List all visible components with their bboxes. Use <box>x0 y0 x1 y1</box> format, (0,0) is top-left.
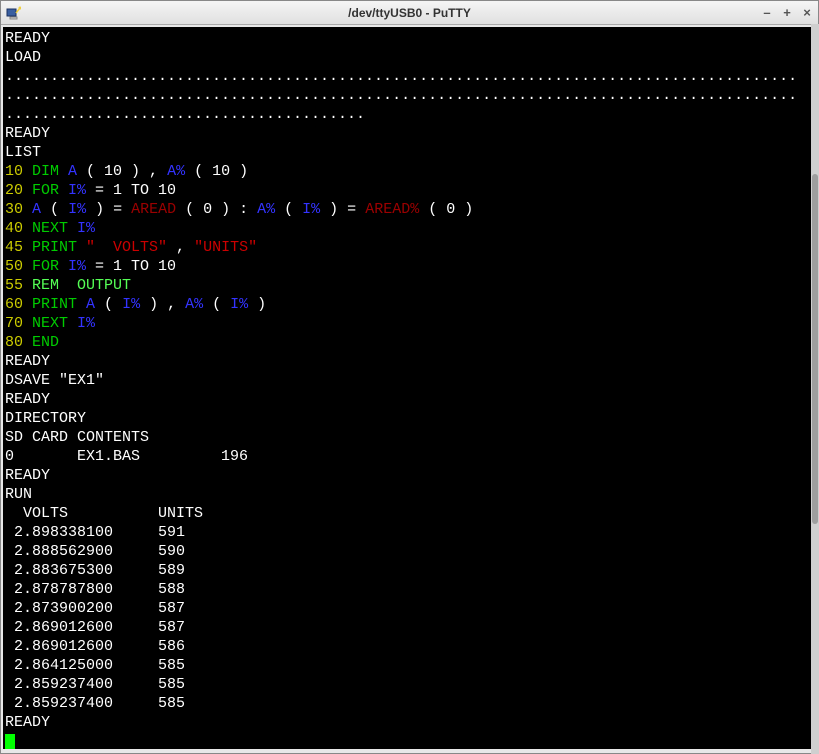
terminal-line: 20 FOR I% = 1 TO 10 <box>5 181 810 200</box>
terminal-line: 2.859237400 585 <box>5 675 810 694</box>
terminal-line: 40 NEXT I% <box>5 219 810 238</box>
terminal-line: 45 PRINT " VOLTS" , "UNITS" <box>5 238 810 257</box>
titlebar[interactable]: /dev/ttyUSB0 - PuTTY – + × <box>1 1 818 25</box>
terminal-line: SD CARD CONTENTS <box>5 428 810 447</box>
terminal-line: 80 END <box>5 333 810 352</box>
window-title: /dev/ttyUSB0 - PuTTY <box>348 6 471 20</box>
cursor <box>5 734 15 749</box>
terminal-line: 2.898338100 591 <box>5 523 810 542</box>
terminal-line: LIST <box>5 143 810 162</box>
putty-window: /dev/ttyUSB0 - PuTTY – + × READY LOAD ..… <box>0 0 819 754</box>
close-button[interactable]: × <box>800 6 814 20</box>
minimize-button[interactable]: – <box>760 6 774 20</box>
terminal-line: VOLTS UNITS <box>5 504 810 523</box>
terminal-line: ........................................… <box>5 67 810 86</box>
scrollbar-thumb[interactable] <box>812 174 818 524</box>
scrollbar[interactable] <box>811 24 819 754</box>
terminal-line: 2.883675300 589 <box>5 561 810 580</box>
terminal-line: ........................................ <box>5 105 810 124</box>
terminal-line: READY <box>5 390 810 409</box>
terminal-line: 55 REM OUTPUT <box>5 276 810 295</box>
terminal-area[interactable]: READY LOAD .............................… <box>3 27 812 749</box>
terminal-line: 30 A ( I% ) = AREAD ( 0 ) : A% ( I% ) = … <box>5 200 810 219</box>
terminal-line: DSAVE "EX1" <box>5 371 810 390</box>
terminal-line: 2.864125000 585 <box>5 656 810 675</box>
terminal-line: READY <box>5 29 810 48</box>
terminal-cursor-line <box>5 732 810 749</box>
terminal-line: 2.888562900 590 <box>5 542 810 561</box>
maximize-button[interactable]: + <box>780 6 794 20</box>
terminal-line: 60 PRINT A ( I% ) , A% ( I% ) <box>5 295 810 314</box>
terminal-line: 2.873900200 587 <box>5 599 810 618</box>
terminal-line: 10 DIM A ( 10 ) , A% ( 10 ) <box>5 162 810 181</box>
terminal-line: LOAD <box>5 48 810 67</box>
terminal-line: READY <box>5 713 810 732</box>
terminal-line: READY <box>5 352 810 371</box>
terminal-line: 2.859237400 585 <box>5 694 810 713</box>
putty-icon <box>5 5 21 21</box>
window-controls: – + × <box>760 6 814 20</box>
terminal-line: 0 EX1.BAS 196 <box>5 447 810 466</box>
terminal-line: 2.878787800 588 <box>5 580 810 599</box>
terminal-line: ........................................… <box>5 86 810 105</box>
terminal-line: 70 NEXT I% <box>5 314 810 333</box>
terminal-line: RUN <box>5 485 810 504</box>
terminal-line: DIRECTORY <box>5 409 810 428</box>
terminal-line: 2.869012600 587 <box>5 618 810 637</box>
terminal-line: 50 FOR I% = 1 TO 10 <box>5 257 810 276</box>
terminal-line: 2.869012600 586 <box>5 637 810 656</box>
terminal-line: READY <box>5 124 810 143</box>
terminal-line: READY <box>5 466 810 485</box>
